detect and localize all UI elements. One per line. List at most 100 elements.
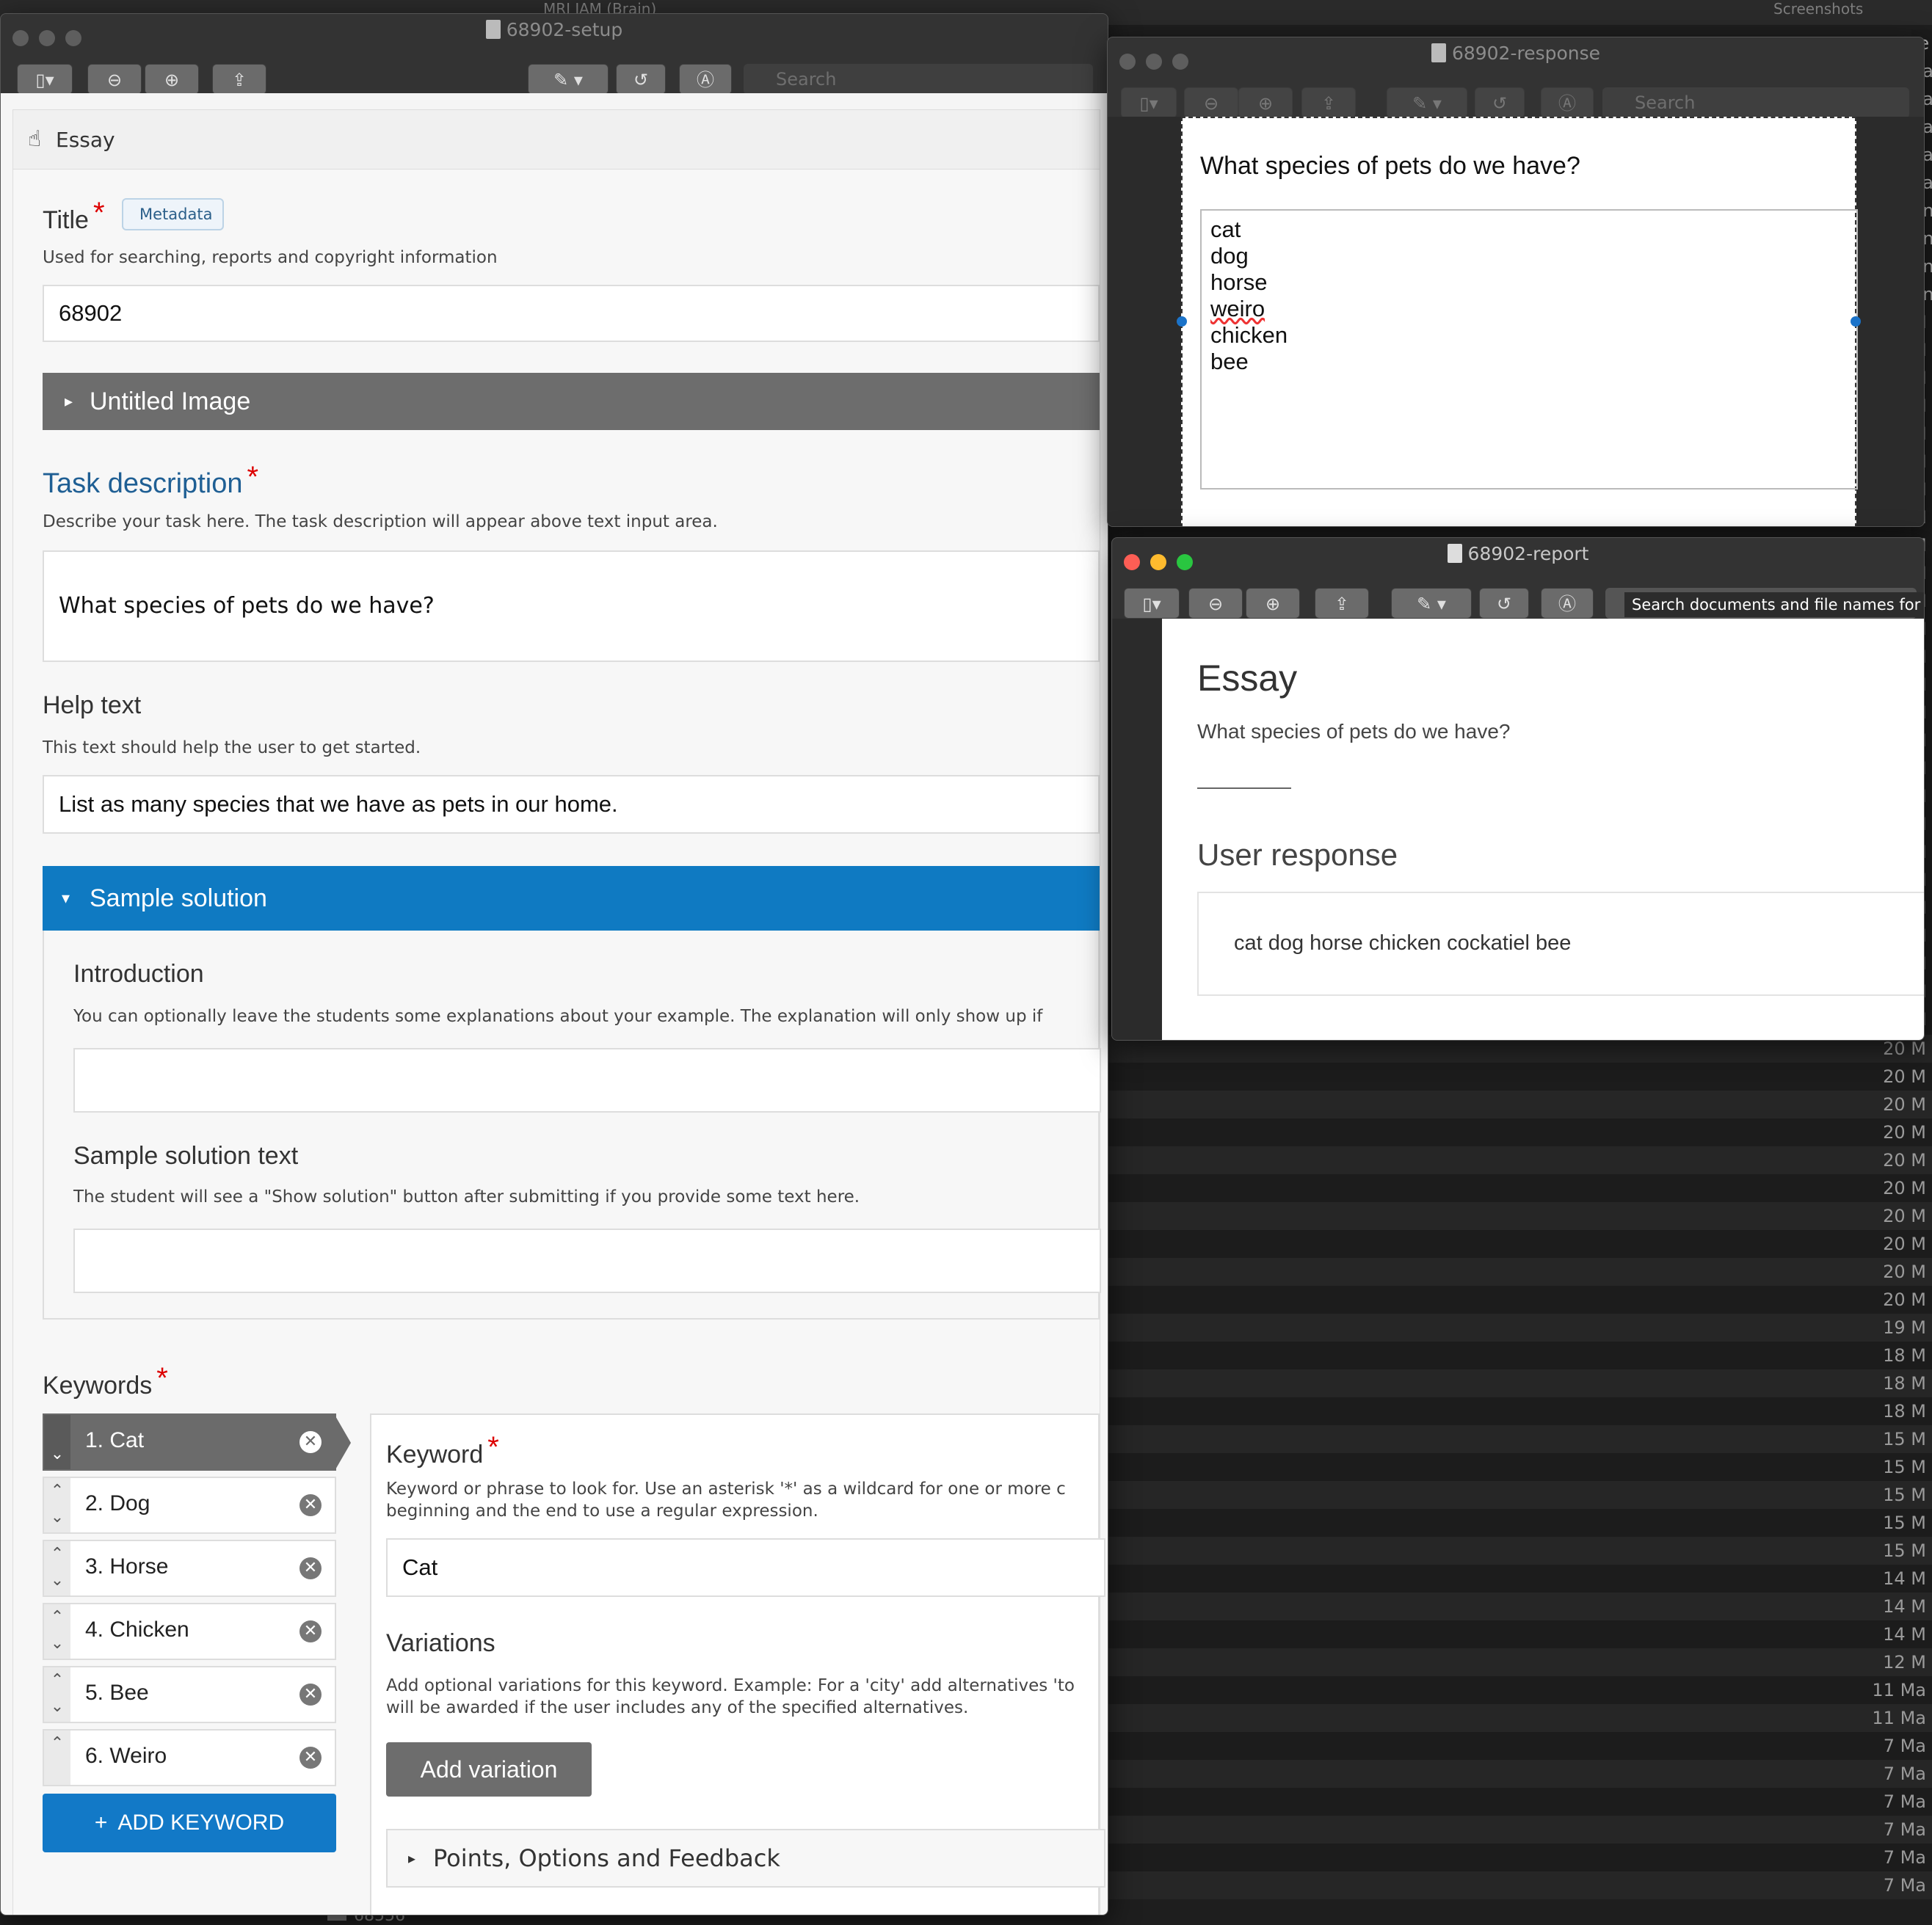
sidebar-toggle-button[interactable]: ▯▾ — [17, 64, 73, 95]
setup-titlebar[interactable]: 68902-setup — [1, 14, 1108, 46]
task-description-input[interactable]: What species of pets do we have? — [43, 550, 1100, 662]
remove-keyword-icon[interactable]: ✕ — [299, 1431, 322, 1453]
keyword-move-handle[interactable]: ⌃ ⌄ — [44, 1478, 70, 1532]
sample-solution-text-label: Sample solution text — [73, 1142, 299, 1170]
zoom-out-button[interactable]: ⊖ — [1188, 588, 1243, 619]
sidebar-toggle-button[interactable]: ▯▾ — [1124, 588, 1180, 619]
zoom-out-button[interactable]: ⊖ — [87, 64, 142, 95]
zoom-button[interactable] — [1177, 554, 1193, 570]
keyword-item[interactable]: ⌃ 6. Weiro ✕ — [43, 1729, 336, 1786]
keyword-item[interactable]: ⌃ ⌄ 4. Chicken ✕ — [43, 1603, 336, 1660]
background-date-row: 14 M — [1101, 1593, 1932, 1620]
keyword-move-handle[interactable]: ⌃ ⌄ — [44, 1541, 70, 1595]
keyword-move-handle[interactable]: ⌃ — [44, 1731, 70, 1785]
answer-line: dog — [1210, 243, 1249, 269]
keyword-input[interactable]: Cat — [386, 1538, 1105, 1597]
rotate-button[interactable]: ↺ — [1475, 87, 1525, 118]
divider — [1197, 787, 1291, 789]
metadata-button[interactable]: Metadata — [122, 198, 225, 230]
annotate-button[interactable]: Ⓐ — [1541, 87, 1594, 118]
close-button[interactable] — [1124, 554, 1140, 570]
rotate-button[interactable]: ↺ — [1479, 588, 1529, 619]
response-window[interactable]: 68902-response ▯▾ ⊖ ⊕ ⇪ ✎ ▾ ↺ Ⓐ Search W… — [1107, 37, 1925, 527]
search-input[interactable]: Search — [1602, 87, 1909, 118]
minimize-button[interactable] — [1146, 54, 1162, 70]
response-titlebar[interactable]: 68902-response — [1108, 37, 1924, 70]
search-tooltip: Search documents and file names for t — [1624, 592, 1924, 617]
annotate-button[interactable]: Ⓐ — [679, 64, 732, 95]
keywords-label: Keywords * — [43, 1362, 168, 1400]
markup-pen-button[interactable]: ✎ ▾ — [1391, 588, 1472, 619]
background-date-row: 7 Ma — [1101, 1788, 1932, 1816]
share-button[interactable]: ⇪ — [212, 64, 266, 95]
zoom-in-button[interactable]: ⊕ — [1246, 588, 1300, 619]
add-variation-button[interactable]: Add variation — [386, 1742, 592, 1797]
keyword-item[interactable]: ⌃ ⌄ 3. Horse ✕ — [43, 1540, 336, 1597]
window-title: 68902-response — [1451, 43, 1601, 64]
sample-solution-text-input[interactable] — [73, 1229, 1101, 1293]
untitled-image-bar[interactable]: ▸ Untitled Image — [43, 373, 1100, 430]
response-question: What species of pets do we have? — [1200, 152, 1580, 180]
response-answer-box[interactable]: cat dog horse weiro chicken bee — [1200, 209, 1858, 490]
keyword-item-label: 3. Horse — [85, 1554, 169, 1579]
remove-keyword-icon[interactable]: ✕ — [299, 1494, 322, 1516]
remove-keyword-icon[interactable]: ✕ — [299, 1557, 322, 1579]
search-input[interactable]: Search — [744, 64, 1093, 95]
markup-pen-button[interactable]: ✎ ▾ — [528, 64, 609, 95]
close-button[interactable] — [1119, 54, 1136, 70]
add-keyword-label: ADD KEYWORD — [117, 1811, 285, 1835]
background-date-row: 18 M — [1101, 1369, 1932, 1397]
title-input[interactable]: 68902 — [43, 285, 1100, 342]
keyword-item[interactable]: ⌄ 1. Cat ✕ — [43, 1413, 351, 1471]
zoom-button[interactable] — [1172, 54, 1188, 70]
remove-keyword-icon[interactable]: ✕ — [299, 1747, 322, 1769]
close-button[interactable] — [12, 30, 29, 46]
editor-header-title: Essay — [56, 128, 115, 152]
background-date-row: 20 M — [1101, 1146, 1932, 1174]
zoom-in-button[interactable]: ⊕ — [1238, 87, 1293, 118]
selection-handle[interactable] — [1851, 316, 1861, 327]
points-options-feedback-bar[interactable]: ▸ Points, Options and Feedback — [386, 1829, 1105, 1888]
keyword-move-handle[interactable]: ⌃ ⌄ — [44, 1667, 70, 1722]
keyword-move-handle[interactable]: ⌃ ⌄ — [44, 1604, 70, 1659]
user-response-text: cat dog horse chicken cockatiel bee — [1234, 931, 1572, 955]
markup-pen-button[interactable]: ✎ ▾ — [1387, 87, 1467, 118]
help-text-input[interactable]: List as many species that we have as pet… — [43, 775, 1100, 834]
report-titlebar[interactable]: 68902-report — [1112, 538, 1924, 570]
remove-keyword-icon[interactable]: ✕ — [299, 1684, 322, 1706]
keyword-item[interactable]: ⌃ ⌄ 5. Bee ✕ — [43, 1666, 336, 1723]
add-keyword-button[interactable]: + ADD KEYWORD — [43, 1794, 336, 1852]
report-canvas: Essay What species of pets do we have? U… — [1112, 619, 1924, 1040]
annotate-button[interactable]: Ⓐ — [1541, 588, 1594, 619]
keyword-move-handle[interactable]: ⌄ — [44, 1415, 70, 1469]
minimize-button[interactable] — [1150, 554, 1166, 570]
rotate-button[interactable]: ↺ — [616, 64, 666, 95]
keyword-item[interactable]: ⌃ ⌄ 2. Dog ✕ — [43, 1477, 336, 1534]
introduction-input[interactable] — [73, 1048, 1101, 1113]
background-date-row: 15 M — [1101, 1425, 1932, 1453]
zoom-button[interactable] — [65, 30, 81, 46]
essay-icon: ☝ — [28, 126, 42, 152]
minimize-button[interactable] — [39, 30, 55, 46]
sample-solution-bar[interactable]: ▾ Sample solution — [43, 866, 1100, 931]
background-date-list: 20 M 20 M 20 M 20 M 20 M 20 M 20 M 20 M 20 M 20 M… — [1101, 1035, 1932, 1921]
user-response-heading: User response — [1197, 837, 1398, 872]
background-date-row: 20 M — [1101, 1118, 1932, 1146]
zoom-in-button[interactable]: ⊕ — [145, 64, 199, 95]
background-date-row: 7 Ma — [1101, 1760, 1932, 1788]
keyword-description-line-2: beginning and the end to use a regular e… — [386, 1502, 818, 1521]
share-button[interactable]: ⇪ — [1301, 87, 1356, 118]
zoom-out-button[interactable]: ⊖ — [1184, 87, 1238, 118]
share-button[interactable]: ⇪ — [1315, 588, 1369, 619]
variations-description-line-2: will be awarded if the user includes any… — [386, 1698, 969, 1717]
background-date-row: 18 M — [1101, 1397, 1932, 1425]
response-sheet: What species of pets do we have? cat dog h… — [1177, 117, 1861, 526]
report-window[interactable]: 68902-report ▯▾ ⊖ ⊕ ⇪ ✎ ▾ ↺ Ⓐ Search doc… — [1111, 537, 1925, 1041]
selection-handle[interactable] — [1177, 316, 1187, 327]
setup-window[interactable]: 68902-setup ▯▾ ⊖ ⊕ ⇪ ✎ ▾ ↺ Ⓐ Search ☝ Es… — [0, 13, 1108, 1915]
editor-header: ☝ Essay — [13, 110, 1100, 170]
remove-keyword-icon[interactable]: ✕ — [299, 1620, 322, 1642]
keyword-item-label: 4. Chicken — [85, 1617, 189, 1642]
answer-line: horse — [1210, 269, 1268, 295]
sidebar-toggle-button[interactable]: ▯▾ — [1121, 87, 1177, 118]
